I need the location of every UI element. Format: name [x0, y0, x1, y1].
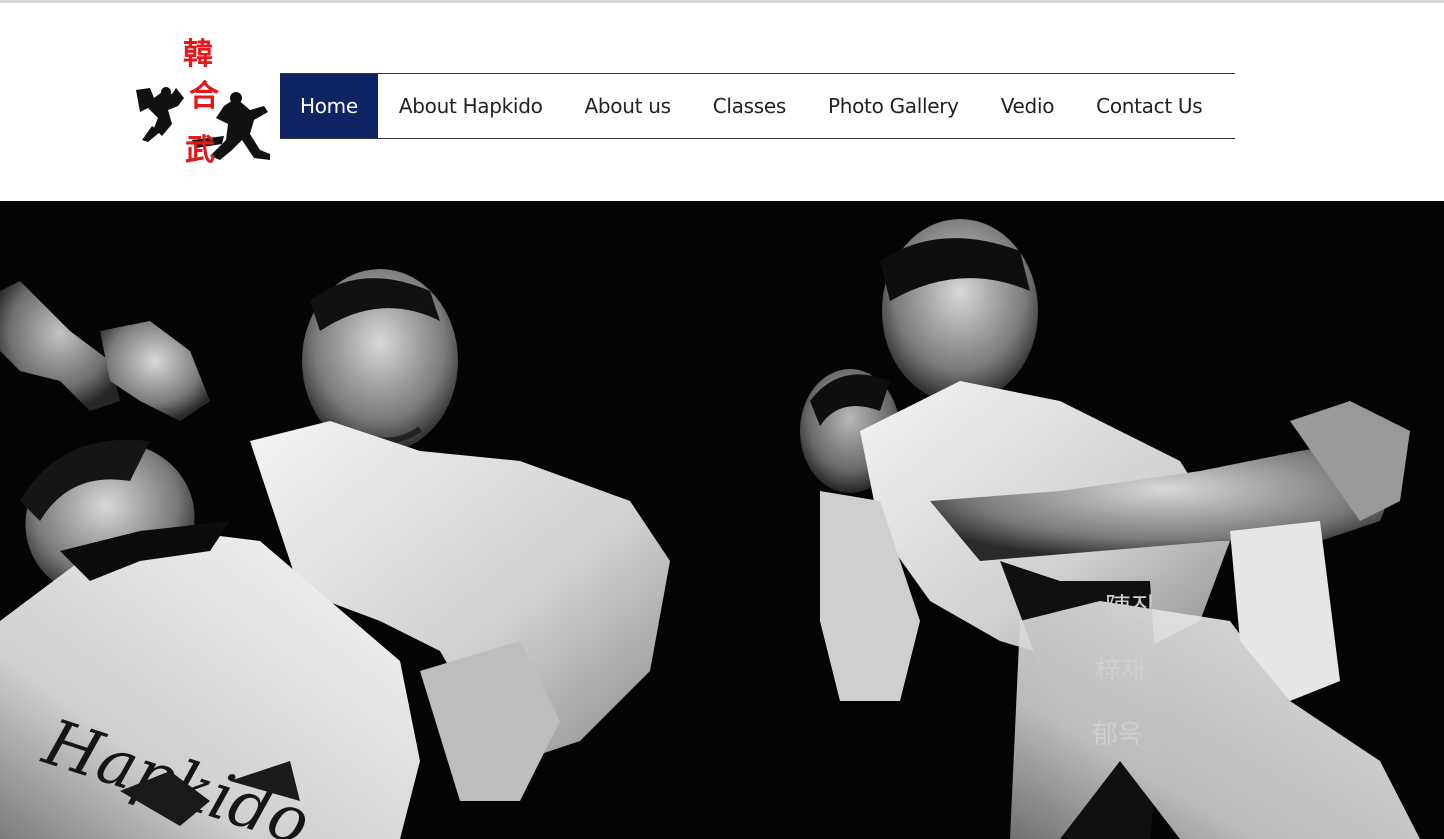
hero-banner: Hapkido 陳진 梓재 郁욱: [0, 201, 1444, 839]
hapkido-logo[interactable]: 韓 合 武: [132, 36, 278, 172]
nav-classes[interactable]: Classes: [692, 74, 807, 138]
nav-vedio[interactable]: Vedio: [980, 74, 1075, 138]
nav-about-us[interactable]: About us: [564, 74, 692, 138]
belt-text-2: 梓재: [1095, 656, 1145, 686]
nav-home[interactable]: Home: [280, 74, 378, 138]
hero-photo: Hapkido 陳진 梓재 郁욱: [0, 201, 1444, 839]
nav-contact-us[interactable]: Contact Us: [1075, 74, 1223, 138]
nav-photo-gallery[interactable]: Photo Gallery: [807, 74, 980, 138]
main-nav: Home About Hapkido About us Classes Phot…: [280, 73, 1235, 139]
belt-text-1: 陳진: [1105, 593, 1155, 623]
logo-char-1: 韓: [183, 37, 213, 72]
belt-text-3: 郁욱: [1092, 720, 1142, 750]
nav-about-hapkido[interactable]: About Hapkido: [378, 74, 564, 138]
logo-char-3: 武: [185, 133, 215, 168]
logo-char-2: 合: [189, 79, 219, 114]
site-header: 韓 合 武 Home About Hapkido About us Classe…: [0, 3, 1444, 201]
